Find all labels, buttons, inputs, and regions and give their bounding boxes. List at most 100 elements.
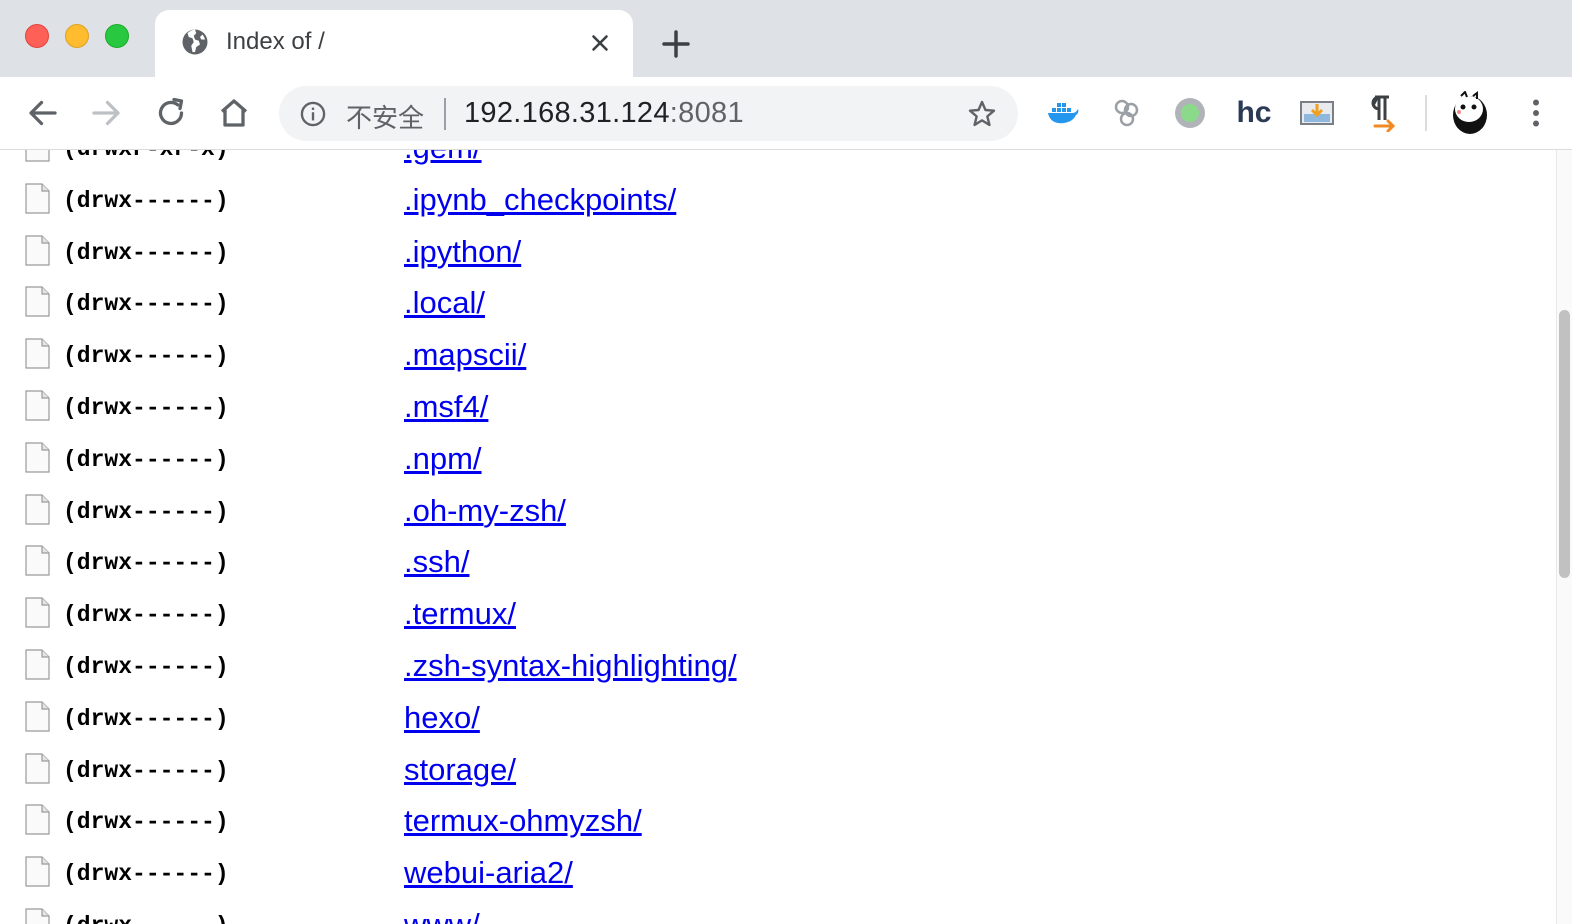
directory-row: (drwx------) webui-aria2/ [0, 846, 1556, 898]
permission-text: (drwx------) [63, 705, 229, 732]
directory-row: (drwx------) www/ [0, 898, 1556, 924]
docker-whale-icon[interactable] [1043, 93, 1083, 133]
security-label[interactable]: 不安全 [346, 98, 424, 135]
hc-text-icon[interactable]: hc [1231, 93, 1277, 133]
permission-text: (drwx------) [63, 550, 229, 577]
directory-link[interactable]: storage/ [404, 752, 516, 788]
pilcrow-arrow-icon[interactable] [1362, 93, 1402, 133]
directory-row: (drwx------) .local/ [0, 276, 1556, 328]
permission-text: (drwx------) [63, 653, 229, 680]
permission-text: (drwx------) [63, 239, 229, 266]
file-icon [25, 493, 50, 525]
file-icon [25, 442, 50, 473]
permission-text: (drwx------) [63, 861, 229, 888]
directory-row: (drwx------) .zsh-syntax-highlighting/ [0, 639, 1556, 691]
file-icon [25, 545, 50, 576]
active-tab[interactable]: Index of / [155, 10, 633, 77]
more-menu-icon[interactable] [1518, 95, 1554, 131]
permission-text: (drwx------) [63, 187, 229, 214]
window-zoom-button[interactable] [105, 24, 129, 48]
file-icon [25, 908, 50, 924]
directory-row: (drwx------) termux-ohmyzsh/ [0, 794, 1556, 846]
directory-link[interactable]: .local/ [404, 285, 485, 321]
reload-icon[interactable] [153, 95, 189, 131]
image-download-icon[interactable] [1297, 93, 1337, 133]
permission-text: (drwx------) [63, 809, 229, 836]
file-icon [25, 390, 50, 421]
scrollbar-thumb[interactable] [1559, 310, 1570, 578]
permission-text: (drwx------) [63, 343, 229, 370]
file-icon [25, 234, 50, 266]
directory-row: (drwxr-xr-x) .gem/ [0, 150, 1556, 173]
address-bar[interactable]: 不安全 192.168.31.124:8081 [279, 86, 1018, 141]
hc-label: hc [1236, 96, 1272, 129]
directory-link[interactable]: .ipynb_checkpoints/ [404, 182, 676, 218]
back-arrow-icon[interactable] [25, 95, 61, 131]
file-icon [25, 286, 50, 317]
tab-title: Index of / [226, 28, 325, 55]
window-close-button[interactable] [25, 24, 49, 48]
window-minimize-button[interactable] [65, 24, 89, 48]
info-icon[interactable] [299, 100, 327, 128]
directory-row: (drwx------) .ipynb_checkpoints/ [0, 173, 1556, 225]
profile-avatar-icon[interactable] [1448, 91, 1492, 135]
directory-link[interactable]: .zsh-syntax-highlighting/ [404, 648, 737, 684]
directory-link[interactable]: .mapscii/ [404, 337, 526, 373]
directory-link[interactable]: .termux/ [404, 596, 516, 632]
omnibox-separator [444, 98, 446, 130]
directory-link[interactable]: termux-ohmyzsh/ [404, 803, 642, 839]
directory-row: (drwx------) .msf4/ [0, 380, 1556, 432]
file-icon [25, 856, 50, 887]
file-icon [25, 183, 50, 214]
directory-row: (drwx------) .ssh/ [0, 535, 1556, 587]
permission-text: (drwx------) [63, 498, 229, 525]
url-text[interactable]: 192.168.31.124:8081 [464, 97, 744, 130]
directory-link[interactable]: .msf4/ [404, 389, 488, 425]
page-viewport: (drwxr-xr-x) .gem/ (drwx------) .ipynb_c… [0, 150, 1556, 924]
permission-text: (drwx------) [63, 394, 229, 421]
globe-icon [182, 29, 208, 55]
permission-text: (drwxr-xr-x) [63, 150, 229, 162]
permission-text: (drwx------) [63, 446, 229, 473]
directory-link[interactable]: webui-aria2/ [404, 855, 573, 891]
directory-row: (drwx------) .ipython/ [0, 225, 1556, 277]
url-port: :8081 [669, 97, 744, 129]
vertical-scrollbar[interactable] [1556, 150, 1572, 924]
directory-row: (drwx------) .npm/ [0, 432, 1556, 484]
permission-text: (drwx------) [63, 757, 229, 784]
file-icon [25, 804, 50, 835]
directory-link[interactable]: hexo/ [404, 700, 480, 736]
directory-link[interactable]: .ssh/ [404, 544, 469, 580]
directory-link[interactable]: www/ [404, 907, 480, 924]
directory-link[interactable]: .oh-my-zsh/ [404, 493, 566, 529]
cluster-icon[interactable] [1106, 93, 1146, 133]
directory-row: (drwx------) .termux/ [0, 587, 1556, 639]
permission-text: (drwx------) [63, 291, 229, 318]
file-icon [25, 150, 50, 162]
directory-row: (drwx------) .oh-my-zsh/ [0, 484, 1556, 536]
directory-row: (drwx------) .mapscii/ [0, 328, 1556, 380]
new-tab-plus-icon[interactable] [660, 28, 692, 60]
directory-listing: (drwxr-xr-x) .gem/ (drwx------) .ipynb_c… [0, 150, 1556, 924]
directory-link[interactable]: .npm/ [404, 441, 482, 477]
file-icon [25, 752, 50, 784]
home-icon[interactable] [216, 95, 252, 131]
tab-strip: Index of / [0, 0, 1572, 77]
browser-toolbar: 不安全 192.168.31.124:8081 hc [0, 77, 1572, 150]
toolbar-divider [1425, 95, 1427, 131]
directory-link[interactable]: .gem/ [404, 150, 482, 166]
file-icon [25, 597, 50, 628]
directory-row: (drwx------) hexo/ [0, 691, 1556, 743]
file-icon [25, 649, 50, 680]
status-dot-icon[interactable] [1170, 93, 1210, 133]
permission-text: (drwx------) [63, 602, 229, 629]
directory-row: (drwx------) storage/ [0, 743, 1556, 795]
file-icon [25, 338, 50, 369]
file-icon [25, 701, 50, 732]
tab-close-icon[interactable] [587, 30, 613, 56]
bookmark-star-icon[interactable] [966, 98, 998, 130]
permission-text: (drwx------) [63, 913, 229, 924]
url-host: 192.168.31.124 [464, 97, 670, 129]
forward-arrow-icon[interactable] [88, 95, 124, 131]
directory-link[interactable]: .ipython/ [404, 234, 521, 270]
